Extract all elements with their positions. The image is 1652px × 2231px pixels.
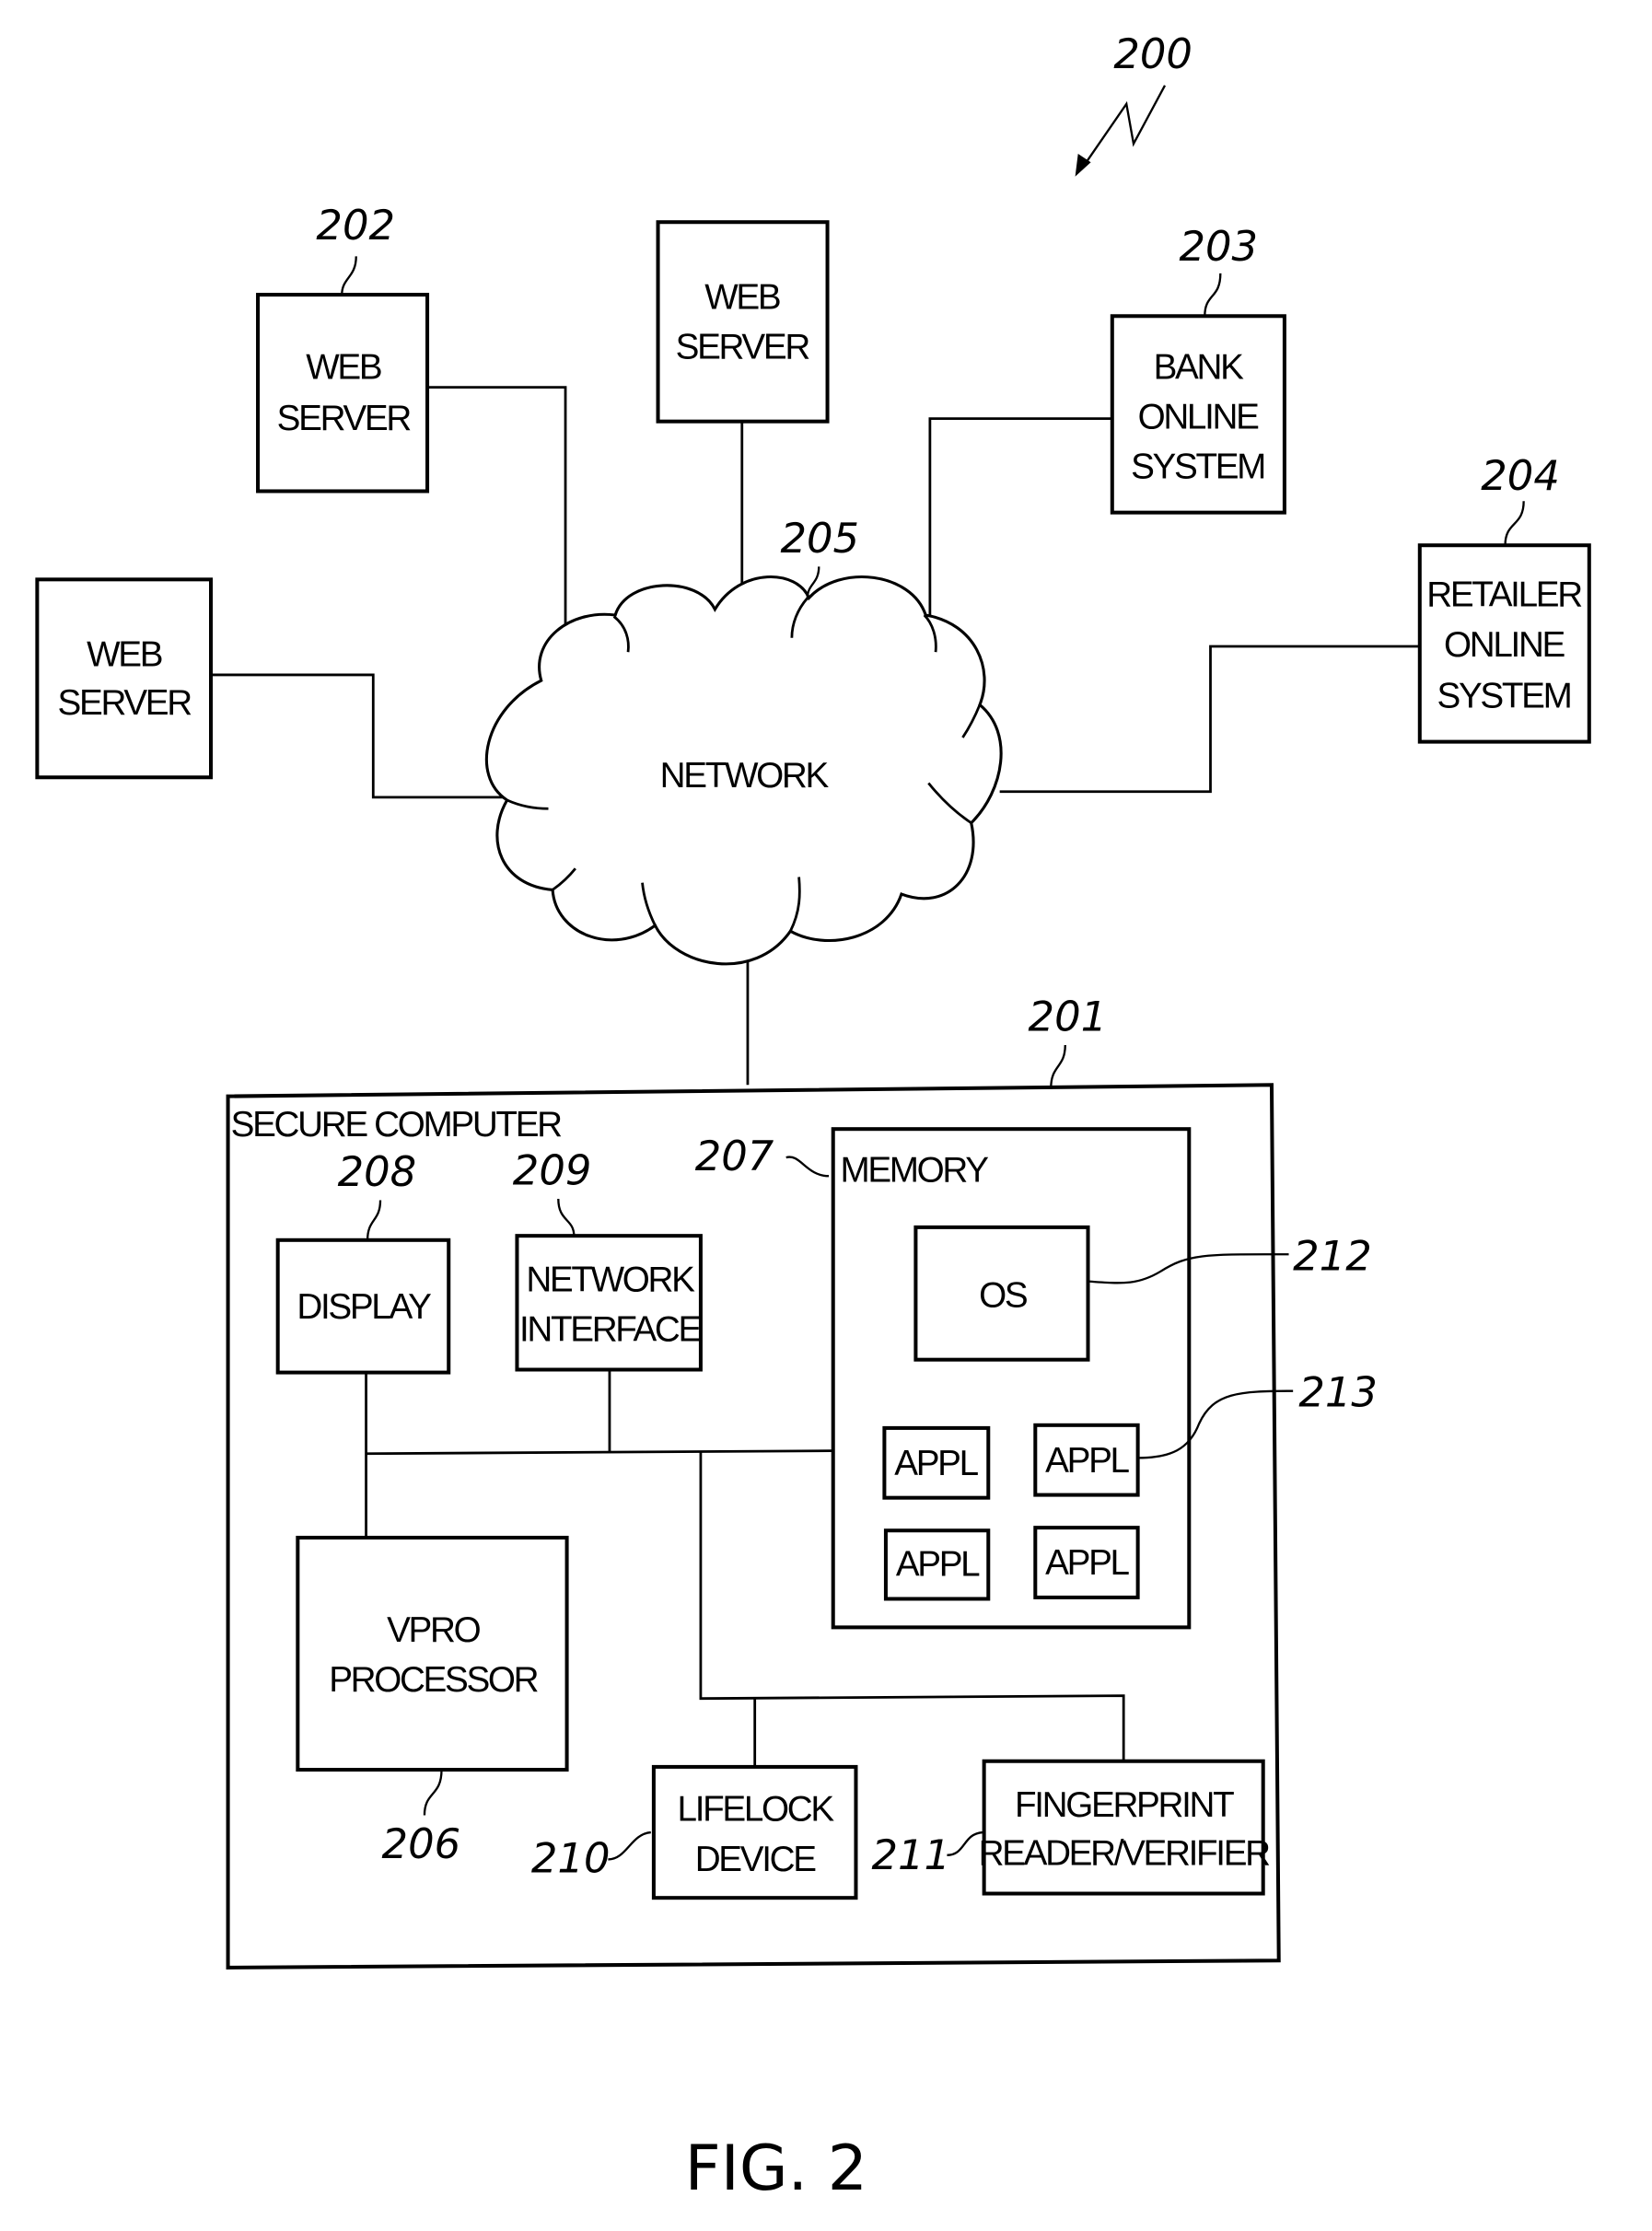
app-2[interactable]: APPL — [1033, 1423, 1140, 1497]
link-retailer-network — [999, 645, 1419, 794]
bank-line2: ONLINE — [1138, 397, 1259, 436]
web-server-202-line1: WEB — [306, 347, 381, 387]
fingerprint-line2: READER/VERIFIER — [979, 1834, 1271, 1874]
link-bank-network — [928, 417, 1111, 627]
fingerprint-reader[interactable]: FINGERPRINT READER/VERIFIER — [979, 1759, 1272, 1896]
network-interface-line1: NETWORK — [526, 1260, 695, 1299]
app-4[interactable]: APPL — [1033, 1526, 1140, 1599]
link-server202-network — [427, 386, 567, 650]
network-label: NETWORK — [660, 756, 830, 796]
web-server-left-line2: SERVER — [58, 683, 192, 723]
fingerprint-reader-box[interactable] — [982, 1759, 1265, 1896]
app-3-label: APPL — [896, 1545, 980, 1585]
web-server-202-ref: 202 — [316, 201, 395, 250]
os-block[interactable]: OS — [913, 1225, 1090, 1362]
system-ref-label: 200 — [1113, 29, 1192, 78]
network-interface-line2: INTERFACE — [519, 1310, 702, 1350]
retailer-line2: ONLINE — [1444, 625, 1565, 665]
web-server-top[interactable]: WEB SERVER — [656, 220, 830, 424]
diagram-canvas: 200 NETWORK 205 WEB SERVER 202 WEB SERVE… — [35, 29, 1591, 2205]
link-server-left-network — [211, 673, 506, 799]
os-label: OS — [979, 1275, 1027, 1315]
lifelock-device[interactable]: LIFELOCK DEVICE — [651, 1764, 858, 1900]
fingerprint-ref: 211 — [871, 1830, 950, 1879]
web-server-202[interactable]: WEB SERVER — [256, 293, 430, 494]
bank-ref-leader — [1204, 273, 1222, 317]
lifelock-line2: DEVICE — [695, 1840, 816, 1879]
network-cloud: NETWORK — [484, 575, 1003, 966]
network-interface-ref: 209 — [513, 1145, 592, 1194]
retailer-line3: SYSTEM — [1437, 676, 1571, 715]
system-ref-arrow — [1081, 85, 1167, 169]
web-server-left-box[interactable] — [35, 577, 214, 780]
secure-computer-title: SECURE COMPUTER — [231, 1105, 563, 1145]
figure-caption: FIG. 2 — [685, 2132, 867, 2205]
bank-online-system[interactable]: BANK ONLINE SYSTEM — [1110, 314, 1286, 515]
lifelock-line1: LIFELOCK — [678, 1790, 835, 1830]
processor-line1: VPRO — [387, 1610, 480, 1650]
network-ref-label: 205 — [781, 514, 860, 563]
os-ref: 212 — [1293, 1231, 1372, 1280]
apps-ref: 213 — [1298, 1368, 1378, 1417]
bank-ref: 203 — [1179, 222, 1258, 271]
app-1-label: APPL — [894, 1444, 978, 1483]
memory-title: MEMORY — [840, 1150, 988, 1190]
secure-computer-ref: 201 — [1029, 992, 1108, 1040]
display[interactable]: DISPLAY — [275, 1238, 451, 1375]
vpro-processor-box[interactable] — [296, 1535, 569, 1772]
display-ref: 208 — [338, 1147, 417, 1196]
processor-ref: 206 — [382, 1819, 461, 1868]
app-3[interactable]: APPL — [883, 1528, 991, 1601]
processor-line2: PROCESSOR — [329, 1660, 538, 1700]
retailer-ref: 204 — [1481, 451, 1560, 500]
app-1[interactable]: APPL — [882, 1425, 991, 1500]
web-server-202-box[interactable] — [256, 293, 430, 494]
web-server-top-line1: WEB — [704, 278, 780, 318]
bank-line1: BANK — [1154, 347, 1244, 387]
web-server-left-line1: WEB — [87, 635, 162, 675]
display-label: DISPLAY — [297, 1287, 431, 1327]
web-server-202-line2: SERVER — [277, 399, 412, 438]
retailer-line1: RETAILER — [1426, 575, 1582, 615]
app-4-label: APPL — [1045, 1543, 1129, 1583]
lifelock-ref: 210 — [531, 1833, 611, 1882]
secure-computer-ref-leader — [1050, 1044, 1066, 1088]
retailer-ref-leader — [1504, 501, 1525, 546]
app-2-label: APPL — [1045, 1441, 1129, 1481]
network-interface[interactable]: NETWORK INTERFACE — [515, 1234, 704, 1372]
network-interface-box[interactable] — [515, 1234, 703, 1372]
web-server-left[interactable]: WEB SERVER — [35, 577, 214, 780]
bank-line3: SYSTEM — [1131, 447, 1264, 487]
retailer-online-system[interactable]: RETAILER ONLINE SYSTEM — [1417, 543, 1591, 744]
web-server-top-box[interactable] — [656, 220, 830, 424]
vpro-processor[interactable]: VPRO PROCESSOR — [296, 1535, 569, 1772]
memory[interactable]: MEMORY OS APPL APPL APPL APPL — [831, 1127, 1192, 1630]
fingerprint-line1: FINGERPRINT — [1015, 1785, 1234, 1825]
web-server-202-leader — [341, 256, 357, 296]
memory-ref: 207 — [695, 1132, 774, 1180]
web-server-top-line2: SERVER — [676, 328, 810, 367]
